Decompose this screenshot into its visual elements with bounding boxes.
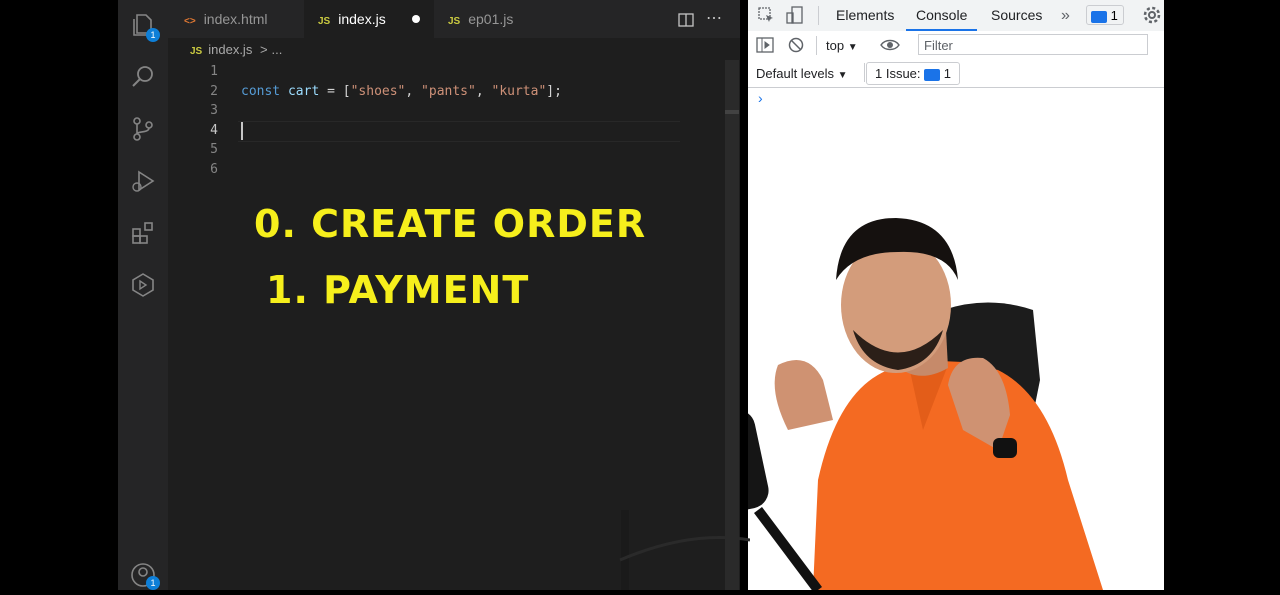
breadcrumb-rest[interactable]: ... (272, 42, 283, 57)
inspect-element-icon[interactable] (758, 7, 774, 28)
explorer-icon[interactable]: 1 (130, 12, 160, 42)
code-string: "shoes" (350, 84, 406, 99)
tab-index-html[interactable]: <> index.html (168, 0, 304, 38)
text-cursor (241, 122, 243, 140)
overlay-text-payment: 1. PAYMENT (266, 268, 530, 312)
code-punct: , (405, 84, 422, 99)
levels-label: Default levels (756, 66, 835, 81)
settings-gear-icon[interactable] (1143, 6, 1161, 29)
code-punct: , (475, 84, 492, 99)
issues-count: 1 (1110, 8, 1118, 23)
extensions-icon[interactable] (130, 220, 156, 246)
line-number: 2 (210, 83, 218, 99)
console-prompt-icon[interactable]: › (758, 90, 763, 106)
console-filter-input[interactable]: Filter (918, 34, 1148, 55)
tab-label: index.html (203, 11, 268, 27)
js-file-icon: JS (190, 46, 203, 57)
issues-number: 1 (943, 66, 952, 81)
code-line-2[interactable]: const cart = ["shoes", "pants", "kurta"]… (241, 82, 562, 102)
tab-elements[interactable]: Elements (836, 0, 894, 31)
tab-ep01-js[interactable]: JS ep01.js (434, 0, 562, 38)
issues-button[interactable]: 1 Issue: 1 (866, 62, 961, 85)
js-file-icon: JS (448, 16, 461, 27)
issues-label: 1 Issue: (875, 66, 921, 81)
message-icon (924, 68, 941, 81)
run-debug-icon[interactable] (130, 168, 156, 194)
tab-sources[interactable]: Sources (991, 0, 1042, 31)
split-editor-icon[interactable] (678, 12, 694, 33)
overlay-text-create-order: 0. CREATE ORDER (254, 202, 647, 246)
unsaved-dot-icon[interactable] (412, 15, 420, 23)
live-expression-eye-icon[interactable] (880, 36, 900, 59)
clear-console-icon[interactable] (788, 37, 804, 58)
line-number: 5 (210, 142, 218, 158)
context-selector[interactable]: top ▼ (826, 38, 858, 53)
search-icon[interactable] (130, 64, 156, 90)
line-number: 4 (210, 122, 218, 138)
console-levels-bar: Default levels ▼ 1 Issue: 1 (748, 59, 1164, 88)
dropdown-arrow-icon: ▼ (837, 70, 848, 81)
account-badge: 1 (146, 576, 160, 590)
toolbar-divider (864, 63, 865, 82)
line-number: 6 (210, 161, 218, 177)
tab-console[interactable]: Console (906, 0, 978, 31)
explorer-badge: 1 (146, 28, 160, 42)
code-punct: ]; (546, 84, 562, 99)
breadcrumb-file[interactable]: index.js (208, 42, 252, 57)
code-string: "pants" (421, 84, 476, 99)
code-string: "kurta" (491, 84, 547, 99)
tab-index-js[interactable]: JS index.js (304, 0, 434, 38)
dropdown-arrow-icon: ▼ (847, 42, 858, 53)
breadcrumb-separator: > (259, 42, 268, 57)
editor-tabs: <> index.html JS index.js JS ep01.js ⋯ (168, 0, 740, 38)
device-toolbar-icon[interactable] (786, 6, 804, 29)
line-number: 3 (210, 103, 218, 119)
log-levels-dropdown[interactable]: Default levels ▼ (756, 66, 848, 81)
code-keyword: const (241, 84, 281, 99)
toolbar-divider (818, 6, 819, 25)
more-actions-icon[interactable]: ⋯ (706, 8, 722, 28)
source-control-icon[interactable] (130, 116, 156, 142)
devtools-panel: Elements Console Sources » 1 top ▼ Filte… (711, 0, 1164, 593)
message-icon (1091, 10, 1107, 23)
current-line-highlight (238, 121, 680, 142)
console-toolbar: top ▼ Filter (748, 31, 1164, 60)
sidebar-toggle-icon[interactable] (756, 37, 774, 58)
devtools-tabbar: Elements Console Sources » 1 (748, 0, 1164, 32)
js-file-icon: JS (318, 16, 331, 27)
presenter-video (711, 180, 1164, 593)
activity-bar: 1 1 (118, 0, 168, 590)
account-icon[interactable]: 1 (130, 562, 160, 590)
toolbar-divider (816, 36, 817, 55)
scrollbar-thumb[interactable] (725, 110, 739, 114)
context-value: top (826, 38, 845, 53)
code-variable: cart (287, 84, 320, 99)
microphone-stand (600, 500, 751, 590)
line-number: 1 (210, 64, 218, 79)
code-punct: = [ (319, 84, 351, 99)
line-numbers: 1 2 3 4 5 6 (198, 62, 218, 180)
remote-explorer-icon[interactable] (130, 272, 156, 298)
html-file-icon: <> (184, 16, 196, 27)
breadcrumb: JS index.js >... (190, 42, 282, 57)
tab-label: index.js (338, 11, 386, 27)
more-tabs-icon[interactable]: » (1061, 0, 1070, 31)
issues-counter[interactable]: 1 (1086, 5, 1124, 25)
tab-label: ep01.js (468, 11, 514, 27)
